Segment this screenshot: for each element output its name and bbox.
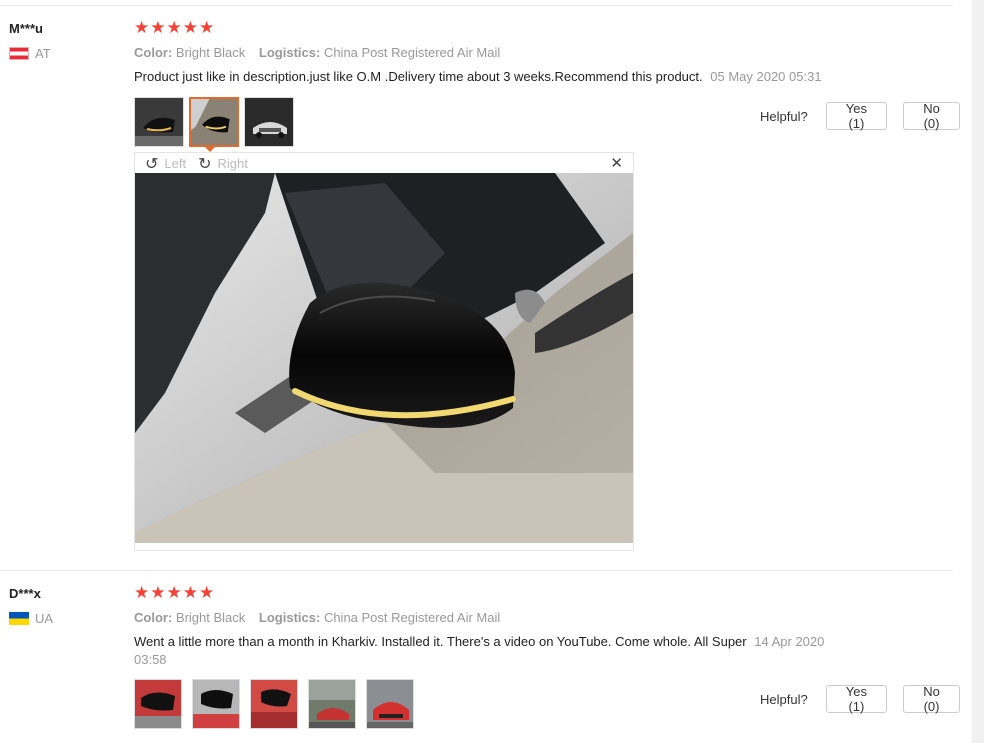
logistics-value: China Post Registered Air Mail bbox=[323, 45, 501, 60]
review-thumbnails bbox=[134, 679, 424, 729]
reviewer-country: UA bbox=[9, 611, 53, 626]
star-rating: ★ ★ ★ ★ ★ bbox=[134, 20, 214, 37]
logistics-value: China Post Registered Air Mail bbox=[323, 610, 501, 625]
close-icon[interactable]: ✕ bbox=[610, 154, 623, 172]
country-code: AT bbox=[35, 46, 51, 61]
logistics-key: Logistics: bbox=[258, 45, 321, 60]
helpful-yes-button[interactable]: Yes (1) bbox=[825, 684, 888, 714]
photo-viewer: ↺ Left ↻ Right ✕ bbox=[134, 152, 634, 551]
order-attributes: Color: Bright Black Logistics: China Pos… bbox=[134, 610, 510, 625]
review-photo-thumbnail[interactable] bbox=[366, 679, 414, 729]
star-icon: ★ bbox=[182, 18, 198, 38]
review-thumbnails bbox=[134, 97, 299, 147]
star-icon: ★ bbox=[150, 18, 166, 38]
color-value: Bright Black bbox=[175, 45, 246, 60]
star-rating: ★ ★ ★ ★ ★ bbox=[134, 585, 214, 602]
rotate-left-button[interactable]: ↺ Left bbox=[145, 154, 186, 173]
helpful-yes-button[interactable]: Yes (1) bbox=[825, 101, 888, 131]
helpful-no-button[interactable]: No (0) bbox=[903, 101, 960, 131]
star-icon: ★ bbox=[134, 18, 150, 38]
country-code: UA bbox=[35, 611, 54, 626]
order-attributes: Color: Bright Black Logistics: China Pos… bbox=[134, 45, 510, 60]
reviewer-name: M***u bbox=[9, 21, 43, 36]
color-key: Color: bbox=[134, 610, 173, 625]
review-photo-thumbnail[interactable] bbox=[244, 97, 294, 147]
review-body: Went a little more than a month in Khark… bbox=[134, 634, 747, 649]
review-text: Went a little more than a month in Khark… bbox=[134, 633, 834, 669]
review-photo-thumbnail[interactable] bbox=[308, 679, 356, 729]
color-value: Bright Black bbox=[175, 610, 246, 625]
review-item: D***x UA ★ ★ ★ ★ ★ Color: Bright Black L… bbox=[0, 571, 960, 743]
star-icon: ★ bbox=[150, 583, 166, 603]
review-photo-thumbnail-active[interactable] bbox=[189, 97, 239, 147]
review-photo-thumbnail[interactable] bbox=[134, 97, 184, 147]
color-key: Color: bbox=[134, 45, 173, 60]
rotate-right-icon: ↻ bbox=[198, 153, 212, 173]
rotate-left-icon: ↺ bbox=[145, 153, 159, 173]
review-text: Product just like in description.just li… bbox=[134, 68, 874, 86]
star-icon: ★ bbox=[166, 18, 182, 38]
flag-austria-icon bbox=[9, 47, 29, 60]
reviewer-country: AT bbox=[9, 46, 51, 61]
reviewer-name: D***x bbox=[9, 586, 41, 601]
review-photo-large bbox=[135, 173, 633, 547]
flag-ukraine-icon bbox=[9, 612, 29, 625]
review-item: M***u AT ★ ★ ★ ★ ★ Color: Bright Black L… bbox=[0, 0, 960, 570]
rotate-right-button[interactable]: ↻ Right bbox=[198, 154, 248, 173]
rotate-right-label: Right bbox=[217, 155, 248, 171]
helpful-label: Helpful? bbox=[760, 108, 808, 124]
star-icon: ★ bbox=[182, 583, 198, 603]
logistics-key: Logistics: bbox=[258, 610, 321, 625]
helpful-vote: Helpful? Yes (1) No (0) bbox=[760, 684, 960, 714]
helpful-label: Helpful? bbox=[760, 691, 808, 707]
page-scrollbar[interactable] bbox=[972, 0, 984, 743]
review-photo-thumbnail[interactable] bbox=[134, 679, 182, 729]
review-photo-thumbnail[interactable] bbox=[192, 679, 240, 729]
photo-viewer-toolbar: ↺ Left ↻ Right ✕ bbox=[135, 153, 633, 173]
star-icon: ★ bbox=[199, 18, 215, 38]
star-icon: ★ bbox=[134, 583, 150, 603]
star-icon: ★ bbox=[199, 583, 215, 603]
review-photo-thumbnail[interactable] bbox=[250, 679, 298, 729]
helpful-vote: Helpful? Yes (1) No (0) bbox=[760, 101, 960, 131]
star-icon: ★ bbox=[166, 583, 182, 603]
review-body: Product just like in description.just li… bbox=[134, 69, 703, 84]
helpful-no-button[interactable]: No (0) bbox=[903, 684, 960, 714]
review-date: 05 May 2020 05:31 bbox=[710, 69, 822, 84]
rotate-left-label: Left bbox=[164, 155, 187, 171]
